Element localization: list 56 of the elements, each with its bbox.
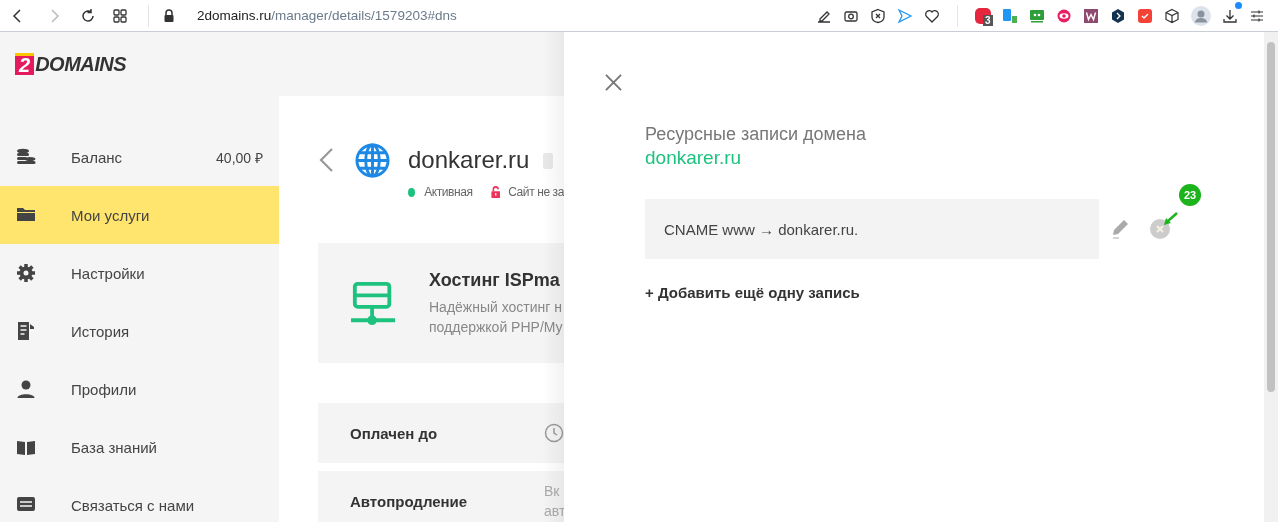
balance-amount: 40,00 ₽ (216, 148, 263, 167)
shield-icon[interactable] (870, 7, 886, 24)
count-badge: 3 (983, 14, 993, 26)
detail-label: Оплачен до (350, 424, 439, 442)
detail-label: Автопродление (350, 492, 469, 510)
padlock-icon (490, 184, 501, 200)
sidebar-item[interactable]: Профили (0, 360, 279, 418)
sidebar-item[interactable]: Настройки (0, 244, 279, 302)
dns-record: CNAME www → donkarer.ru. (645, 199, 1099, 259)
avatar-icon[interactable] (1191, 5, 1211, 26)
annotation-badge: 23 (1179, 184, 1201, 206)
grid-icon[interactable] (112, 7, 128, 24)
add-record-link[interactable]: + Добавить ещё одну запись (645, 284, 860, 301)
scrollbar-thumb[interactable] (1267, 42, 1275, 392)
sidebar-label: База знаний (71, 438, 157, 456)
sidebar-label: Мои услуги (71, 206, 150, 224)
extension-icon[interactable] (1110, 7, 1126, 24)
drawer-title: Ресурсные записи домена (645, 124, 867, 145)
sidebar-label: Настройки (71, 264, 145, 282)
send-icon[interactable] (897, 7, 913, 24)
address-bar[interactable]: 2domains.ru/manager/details/1579203#dns (197, 8, 457, 23)
download-icon[interactable] (1222, 7, 1238, 24)
sidebar-item[interactable]: База знаний (0, 418, 279, 476)
sidebar-item[interactable]: История (0, 302, 279, 360)
status-label: Активная (424, 185, 473, 199)
sidebar-label: Профили (71, 380, 137, 398)
reload-icon[interactable] (80, 7, 96, 24)
clock-icon (544, 423, 564, 443)
hosting-title: Хостинг ISPma (429, 269, 561, 291)
coins-icon (16, 147, 36, 167)
eye-icon[interactable] (1056, 7, 1072, 24)
sidebar-item[interactable]: Баланс 40,00 ₽ (0, 128, 279, 186)
delete-icon[interactable] (1150, 219, 1170, 239)
heart-icon[interactable] (924, 7, 940, 24)
gear-icon (16, 263, 36, 283)
domain-name: donkarer.ru (645, 147, 743, 169)
globe-icon (355, 142, 390, 178)
sidebar-item[interactable]: Связаться с нами (0, 476, 279, 522)
receipt-icon (16, 321, 36, 341)
person-icon (16, 379, 36, 399)
hosting-description: Надёжный хостинг н поддержкой PHP/My (429, 297, 563, 337)
adblock-icon[interactable]: 3 (975, 7, 991, 24)
cube-icon[interactable] (1164, 7, 1180, 24)
close-icon[interactable] (605, 74, 622, 91)
arrow-icon (1163, 212, 1179, 226)
sidebar-label: История (71, 322, 130, 340)
sidebar-label: Баланс (71, 148, 123, 166)
translate-icon[interactable] (1002, 7, 1018, 24)
ssl-status: Сайт не за (508, 185, 564, 199)
logo[interactable]: 2 DOMAINS (15, 52, 127, 76)
domain-title: donkarer.ru (408, 146, 530, 174)
pencil-icon[interactable] (1112, 219, 1130, 239)
server-icon (350, 280, 398, 326)
sidebar-item[interactable]: Мои услуги (0, 186, 279, 244)
sidebar-label: Связаться с нами (71, 496, 195, 514)
extension-icon[interactable] (1083, 7, 1099, 24)
